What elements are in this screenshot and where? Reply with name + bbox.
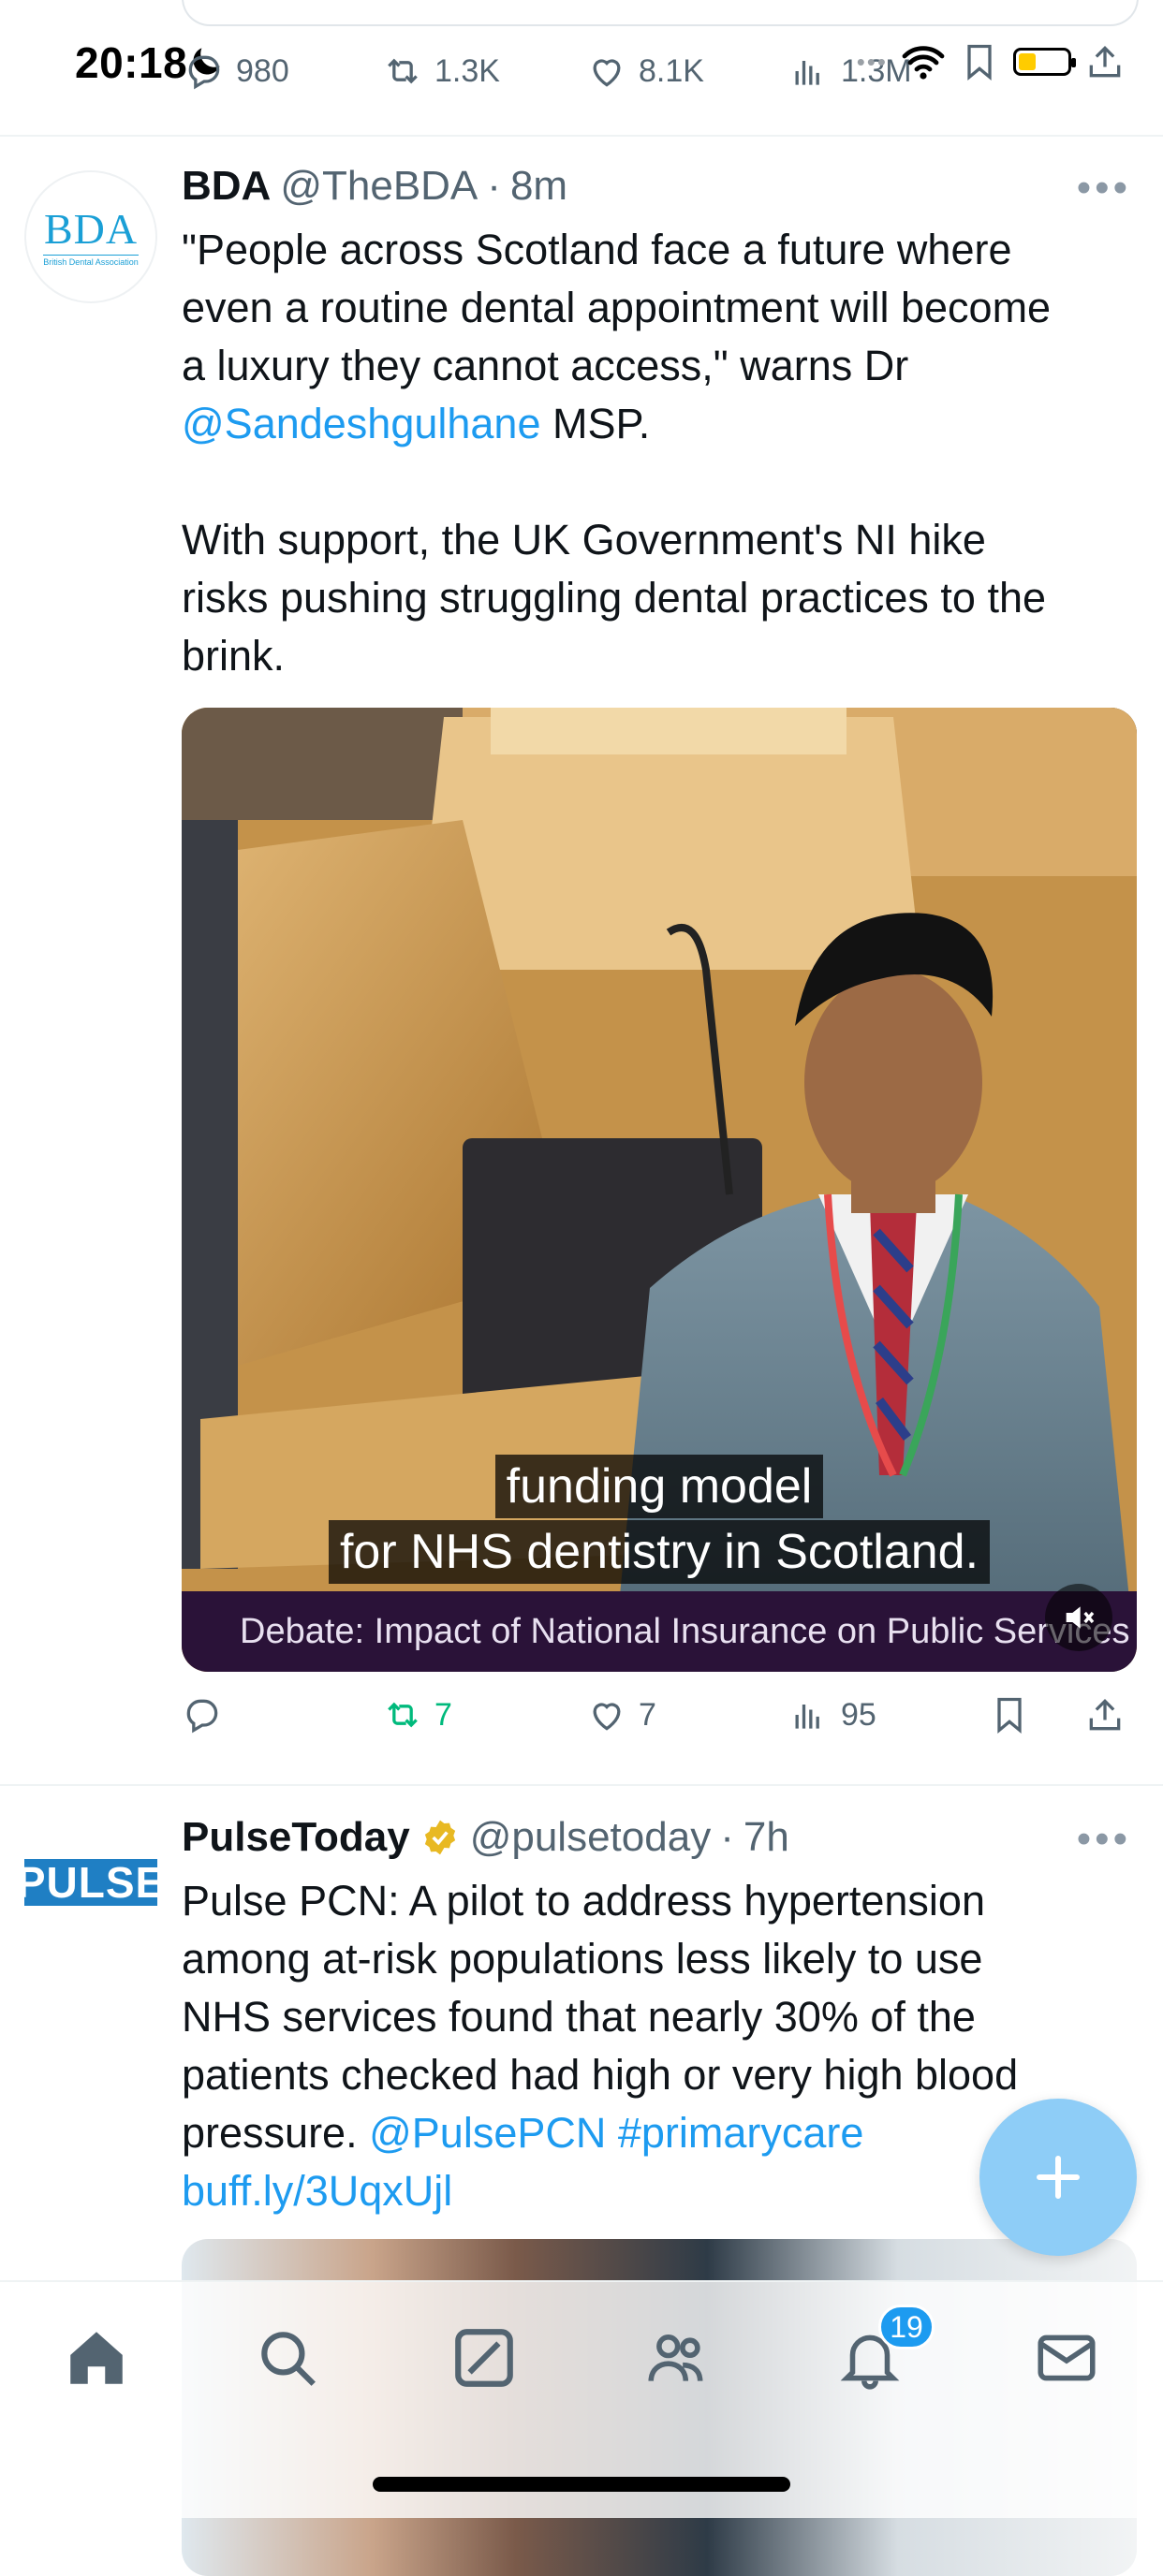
subtitle-line-2: for NHS dentistry in Scotland.: [182, 1520, 1137, 1584]
reply-action[interactable]: [182, 1694, 234, 1735]
plus-icon: [1037, 2156, 1080, 2199]
verified-badge-icon: [424, 1820, 455, 1855]
like-count: 8.1K: [639, 52, 704, 89]
muted-speaker-icon: [1066, 1606, 1095, 1629]
reply-action[interactable]: 980: [184, 51, 289, 92]
hashtag-link[interactable]: #primarycare: [618, 2109, 864, 2157]
video-player[interactable]: funding model for NHS dentistry in Scotl…: [182, 708, 1137, 1672]
tweet-text-line: even a routine dental appointment will b…: [182, 284, 1052, 331]
notifications-badge: 19: [878, 2305, 935, 2349]
avatar-logo-subtext: British Dental Association: [43, 254, 139, 267]
tweet-time: 7h: [743, 1814, 789, 1860]
tweet-text-line: Pulse PCN: A pilot to address hypertensi…: [182, 1877, 985, 1925]
wifi-icon: [902, 46, 945, 80]
heart-icon: [593, 1703, 621, 1731]
tweet-text-line: "People across Scotland face a future wh…: [182, 226, 1012, 273]
bookmark-icon[interactable]: [959, 41, 1000, 82]
share-icon[interactable]: [1084, 41, 1126, 82]
more-options-icon[interactable]: •••: [1077, 1816, 1131, 1863]
tweet-text-line: patients checked had high or very high b…: [182, 2051, 1019, 2099]
views-icon: [795, 1705, 819, 1729]
repost-count: 1.3K: [434, 52, 500, 89]
repost-action[interactable]: 1.3K: [382, 51, 500, 92]
avatar[interactable]: PULSE: [17, 1858, 164, 1907]
like-count: 7: [639, 1696, 656, 1733]
repost-count: 7: [434, 1696, 452, 1733]
tweet-text-line: With support, the UK Government's NI hik…: [182, 516, 986, 564]
divider: [0, 1784, 1163, 1786]
author-name[interactable]: BDA: [182, 163, 271, 210]
tweet-text-line: a luxury they cannot access," warns Dr: [182, 342, 909, 389]
subtitle-line-1: funding model: [182, 1455, 1137, 1518]
like-action[interactable]: 8.1K: [586, 51, 704, 92]
tweet-text-line: among at-risk populations less likely to…: [182, 1935, 983, 1983]
subtitle-text: funding model: [494, 1455, 824, 1518]
avatar-logo-text: BDA: [43, 204, 139, 253]
previous-tweet-card-edge: [182, 0, 1139, 26]
mute-button[interactable]: [1045, 1584, 1112, 1651]
mention-link[interactable]: @PulsePCN: [369, 2109, 606, 2157]
tweet-header: PulseToday @pulsetoday · 7h: [182, 1814, 789, 1861]
avatar[interactable]: BDA British Dental Association: [24, 170, 157, 303]
tweet-actions: 7 7 95: [182, 1694, 1137, 1750]
separator-dot: ·: [487, 163, 501, 209]
repost-action[interactable]: 7: [382, 1694, 452, 1735]
tweet-text-line: risks pushing struggling dental practice…: [182, 574, 1047, 622]
mention-link[interactable]: @Sandeshgulhane: [182, 400, 541, 447]
lower-third-text: Debate: Impact of National Insurance on …: [240, 1611, 1130, 1651]
repost-icon: [388, 1702, 418, 1728]
share-icon[interactable]: [1084, 1694, 1126, 1735]
grok-icon[interactable]: [449, 2323, 519, 2393]
tweet-text-fragment: MSP.: [540, 400, 651, 447]
battery-icon: [1013, 48, 1076, 76]
reply-count: 980: [236, 52, 289, 89]
tweet-text: "People across Scotland face a future wh…: [182, 221, 1127, 685]
video-lower-third: Debate: Impact of National Insurance on …: [182, 1591, 1137, 1672]
messages-envelope-icon[interactable]: [1032, 2323, 1101, 2393]
tweet-text-line: NHS services found that nearly 30% of th…: [182, 1993, 976, 2041]
avatar-logo-text: PULSE: [16, 1858, 166, 1907]
reply-icon: [188, 55, 220, 90]
author-handle[interactable]: @TheBDA: [280, 163, 478, 210]
tweet-time: 8m: [509, 163, 568, 209]
tweet-text-line: brink.: [182, 632, 286, 680]
separator-dot: ·: [720, 1814, 734, 1860]
home-indicator: [373, 2477, 790, 2492]
tweet-header: BDA @TheBDA · 8m: [182, 163, 567, 210]
repost-icon: [388, 58, 418, 84]
reply-icon: [186, 1699, 218, 1734]
heart-icon: [593, 59, 621, 87]
subtitle-text: for NHS dentistry in Scotland.: [328, 1520, 991, 1584]
search-icon[interactable]: [253, 2323, 322, 2393]
more-options-icon[interactable]: •••: [1077, 165, 1131, 212]
views-count: 95: [841, 1696, 876, 1733]
bookmark-icon[interactable]: [989, 1694, 1030, 1735]
dots-indicator: •••: [856, 47, 888, 76]
home-icon[interactable]: [62, 2323, 131, 2393]
communities-icon[interactable]: [642, 2323, 712, 2393]
views-icon: [795, 61, 819, 85]
divider: [0, 135, 1163, 137]
like-action[interactable]: 7: [586, 1694, 656, 1735]
compose-button[interactable]: [979, 2099, 1137, 2256]
status-icons: •••: [857, 41, 1126, 82]
author-handle[interactable]: @pulsetoday: [470, 1814, 712, 1861]
views-action[interactable]: 95: [788, 1694, 876, 1735]
tweet-text-line: @Sandeshgulhane MSP.: [182, 395, 1127, 453]
tweet-text-fragment: pressure.: [182, 2109, 370, 2157]
author-name[interactable]: PulseToday: [182, 1814, 410, 1861]
url-link[interactable]: buff.ly/3UqxUjl: [182, 2167, 452, 2215]
